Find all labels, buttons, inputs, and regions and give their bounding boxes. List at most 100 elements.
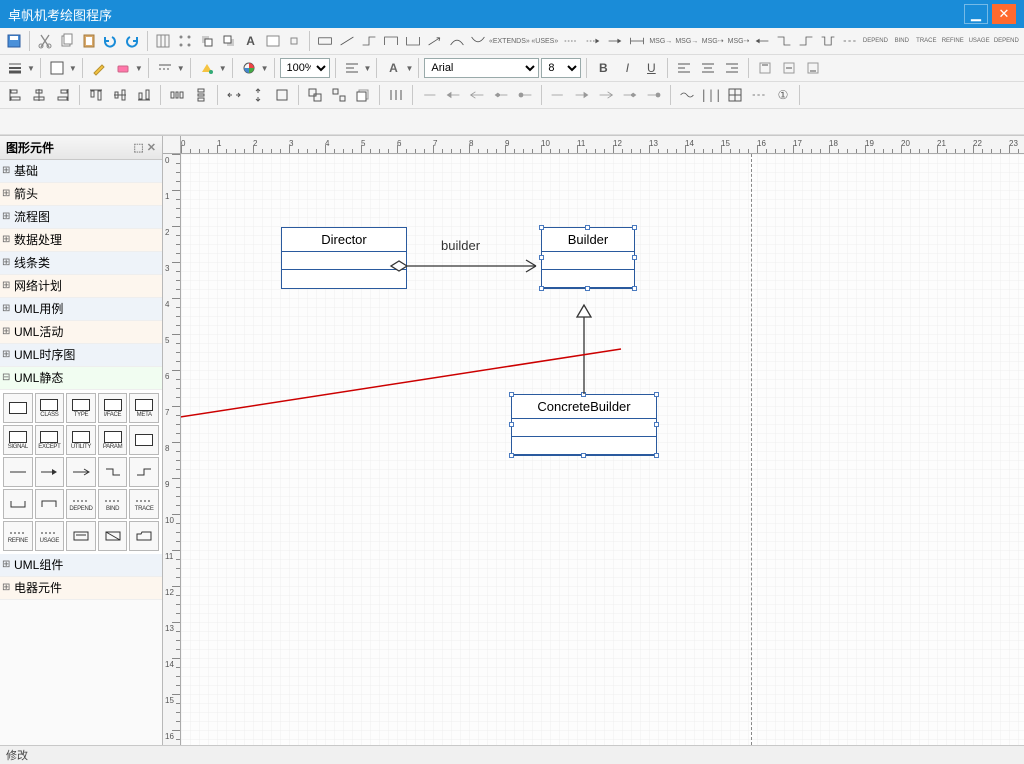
line-dash-arrow-tool[interactable] — [583, 30, 603, 52]
line-u-tool[interactable] — [403, 30, 423, 52]
line-depend2-tool[interactable]: DEPEND — [993, 30, 1020, 52]
shape-elbow-b[interactable] — [129, 457, 159, 487]
dash-style-button[interactable] — [154, 57, 176, 79]
valign-bottom-button[interactable] — [802, 57, 824, 79]
shape-except[interactable]: EXCEPT — [35, 425, 65, 455]
line-arc1-tool[interactable] — [447, 30, 467, 52]
arr-diamond-l[interactable] — [490, 84, 512, 106]
cat-electrical[interactable]: 电器元件 — [0, 577, 162, 600]
align-b-button[interactable] — [133, 84, 155, 106]
minimize-button[interactable]: ▁ — [964, 4, 988, 24]
fill-style-button[interactable] — [46, 57, 68, 79]
cat-basic[interactable]: 基础 — [0, 160, 162, 183]
dropdown-arrow-icon[interactable]: ▼ — [364, 64, 372, 73]
shape-depend[interactable]: DEPEND — [66, 489, 96, 519]
shape-meta[interactable]: META — [129, 393, 159, 423]
zoom-select[interactable]: 100% — [280, 58, 330, 78]
line-arrow-tool[interactable] — [425, 30, 445, 52]
eraser-tool[interactable] — [112, 57, 134, 79]
line-msg2-tool[interactable]: MSG→ — [675, 30, 699, 52]
cat-dataproc[interactable]: 数据处理 — [0, 229, 162, 252]
line-elbow1-tool[interactable] — [774, 30, 794, 52]
line-solid-arrow-tool[interactable] — [605, 30, 625, 52]
shape-type[interactable]: TYPE — [66, 393, 96, 423]
shape-arrow2[interactable] — [35, 457, 65, 487]
align-m-button[interactable] — [109, 84, 131, 106]
fontcolor-button[interactable]: A — [382, 57, 404, 79]
line-msg4-tool[interactable]: MSG⇢ — [727, 30, 751, 52]
sidebar-body[interactable]: 基础 箭头 流程图 数据处理 线条类 网络计划 UML用例 UML活动 UML时… — [0, 160, 162, 745]
node-tool[interactable] — [284, 30, 304, 52]
pencil-tool[interactable] — [88, 57, 110, 79]
close-button[interactable]: ✕ — [992, 4, 1016, 24]
fontsize-select[interactable]: 8 — [541, 58, 581, 78]
shape-iface[interactable]: I/FACE — [98, 393, 128, 423]
conn-bars[interactable]: ||| — [700, 84, 722, 106]
line-extends-tool[interactable]: «EXTENDS» — [490, 30, 528, 52]
underline-button[interactable]: U — [640, 57, 662, 79]
cat-flowchart[interactable]: 流程图 — [0, 206, 162, 229]
arr-dot-l[interactable] — [514, 84, 536, 106]
dist-v-button[interactable] — [190, 84, 212, 106]
shape-bind[interactable]: BIND — [98, 489, 128, 519]
sidebar-close-icon[interactable]: ⬚ ✕ — [133, 141, 156, 154]
line-dash2-tool[interactable] — [840, 30, 860, 52]
conn-grid[interactable] — [724, 84, 746, 106]
shape-elbow-c[interactable] — [3, 489, 33, 519]
cat-uml-static[interactable]: UML静态 — [0, 367, 162, 390]
align-r-button[interactable] — [52, 84, 74, 106]
cut-button[interactable] — [35, 30, 55, 52]
cat-netplan[interactable]: 网络计划 — [0, 275, 162, 298]
line-box-tool[interactable] — [315, 30, 335, 52]
front-tool[interactable] — [197, 30, 217, 52]
shape-folder[interactable] — [129, 521, 159, 551]
align-c-button[interactable] — [28, 84, 50, 106]
shape-utility[interactable]: UTILITY — [66, 425, 96, 455]
spacing-button[interactable] — [385, 84, 407, 106]
valign-top-button[interactable] — [754, 57, 776, 79]
conn-circle[interactable]: ① — [772, 84, 794, 106]
shape-signal[interactable]: SIGNAL — [3, 425, 33, 455]
bold-button[interactable]: B — [592, 57, 614, 79]
dropdown-arrow-icon[interactable]: ▼ — [135, 64, 143, 73]
valign-middle-button[interactable] — [778, 57, 800, 79]
arr-tri-l[interactable] — [442, 84, 464, 106]
line-depend-tool[interactable]: DEPEND — [862, 30, 889, 52]
shape-arrow1[interactable] — [3, 457, 33, 487]
line-bar-tool[interactable] — [627, 30, 647, 52]
shape-pkg[interactable] — [98, 521, 128, 551]
align-left-button[interactable] — [673, 57, 695, 79]
line-msg3-tool[interactable]: MSG⇢ — [701, 30, 725, 52]
cat-uml-activity[interactable]: UML活动 — [0, 321, 162, 344]
italic-button[interactable]: I — [616, 57, 638, 79]
arr-dot-r[interactable] — [643, 84, 665, 106]
align-menu-button[interactable] — [341, 57, 363, 79]
canvas[interactable]: Director Builder ConcreteBuilder — [181, 154, 1024, 745]
back-tool[interactable] — [219, 30, 239, 52]
align-l-button[interactable] — [4, 84, 26, 106]
line-refine-tool[interactable]: REFINE — [940, 30, 965, 52]
ungroup-button[interactable] — [328, 84, 350, 106]
nodes-tool[interactable] — [175, 30, 195, 52]
cat-uml-usecase[interactable]: UML用例 — [0, 298, 162, 321]
paste-button[interactable] — [79, 30, 99, 52]
dist-h-button[interactable] — [166, 84, 188, 106]
arr-tri-r[interactable] — [571, 84, 593, 106]
line-step-tool[interactable] — [359, 30, 379, 52]
line-elbow3-tool[interactable] — [818, 30, 838, 52]
shape-elbow-a[interactable] — [98, 457, 128, 487]
align-right-button[interactable] — [721, 57, 743, 79]
paint-tool[interactable] — [196, 57, 218, 79]
redo-button[interactable] — [122, 30, 142, 52]
line-elbow2-tool[interactable] — [796, 30, 816, 52]
shape-param[interactable]: PARAM — [98, 425, 128, 455]
arr-diamond-r[interactable] — [619, 84, 641, 106]
uml-class-director[interactable]: Director — [281, 227, 407, 289]
align-t-button[interactable] — [85, 84, 107, 106]
note-tool[interactable] — [263, 30, 283, 52]
save-button[interactable] — [4, 30, 24, 52]
uml-class-builder[interactable]: Builder — [541, 227, 635, 289]
shape-class[interactable]: CLASS — [35, 393, 65, 423]
shape-elbow-d[interactable] — [35, 489, 65, 519]
conn-dash[interactable] — [748, 84, 770, 106]
